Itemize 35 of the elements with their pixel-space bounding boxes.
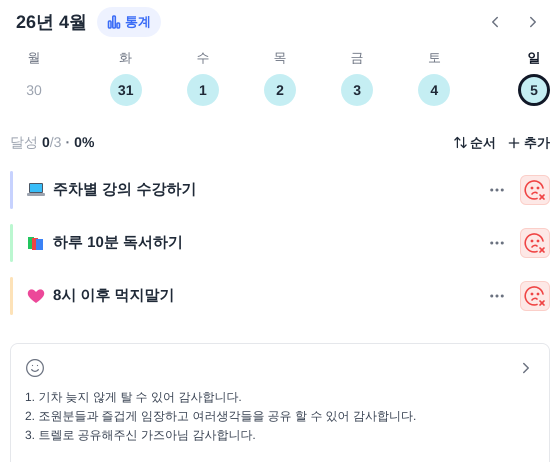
habit-title: 하루 10분 독서하기 [53, 232, 184, 253]
total-count: /3 [50, 133, 62, 152]
fail-button[interactable] [520, 281, 550, 311]
month-title: 26년 4월 [16, 10, 88, 34]
plus-icon [506, 134, 522, 150]
habit-title: 주차별 강의 수강하기 [53, 180, 196, 200]
separator-dot: · [65, 133, 70, 152]
add-button[interactable]: 추가 [506, 132, 550, 152]
done-count: 0 [42, 133, 50, 152]
smile-icon[interactable] [25, 358, 45, 378]
weekday-label: 목 [272, 49, 288, 66]
gratitude-line: 1. 기차 늦지 않게 탈 수 있어 감사합니다. [25, 389, 243, 406]
bar-chart-icon [107, 15, 122, 29]
fail-button[interactable] [520, 175, 550, 205]
weekday-label: 화 [118, 49, 134, 66]
weekday-label: 일 [526, 49, 542, 66]
laptop-icon [27, 182, 45, 198]
sort-icon [453, 135, 468, 150]
sad-face-icon [524, 285, 546, 307]
weekday-label: 금 [350, 49, 365, 66]
sad-face-icon [524, 232, 546, 254]
sort-button[interactable]: 순서 [453, 132, 496, 152]
sad-face-icon [524, 179, 546, 201]
percent-text: 0% [74, 133, 94, 152]
achievement-label: 달성 [10, 133, 38, 152]
gratitude-line: 2. 조원분들과 즐겁게 임장하고 여러생각들을 공유 할 수 있어 감사합니다. [25, 408, 418, 425]
weekday-label: 월 [26, 49, 42, 66]
heart-icon [27, 288, 45, 304]
stats-button[interactable]: 통계 [97, 7, 162, 37]
gratitude-line: 3. 트렐로 공유해주신 가즈아님 감사합니다. [25, 427, 257, 444]
habit-title: 8시 이후 먹지말기 [53, 286, 175, 306]
weekday-label: 토 [426, 49, 442, 66]
weekday-label: 수 [195, 49, 210, 66]
fail-button[interactable] [520, 228, 550, 258]
books-icon [27, 235, 45, 251]
